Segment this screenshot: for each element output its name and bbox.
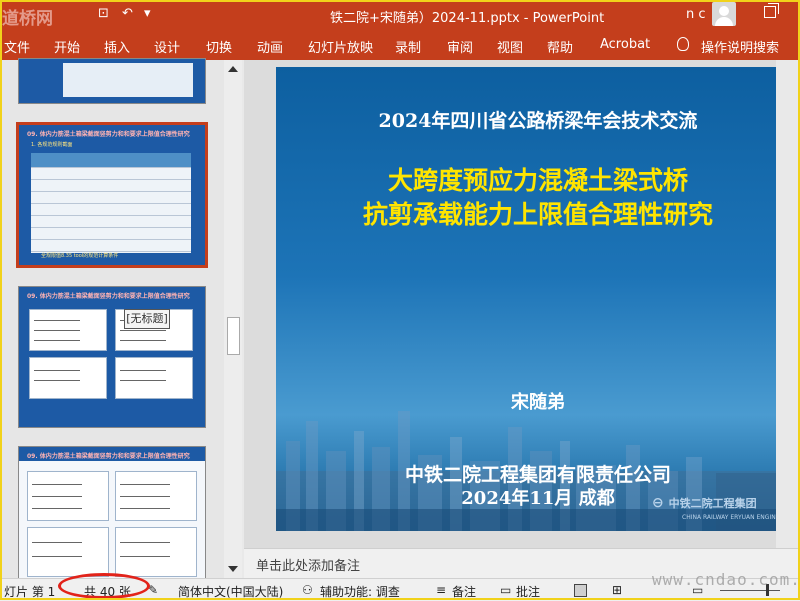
thumbnail-chart xyxy=(115,527,197,577)
thumbnail-chart xyxy=(27,471,109,521)
thumbnail-chart xyxy=(29,357,107,399)
tab-file[interactable]: 文件 xyxy=(4,37,30,56)
thumbnail-heading: 09. 体内力筋混土箱梁截面竖剪力和和要求上限值合理性研究 xyxy=(27,453,190,460)
slide-thumbnail[interactable] xyxy=(18,58,206,104)
comments-icon[interactable]: ▭ xyxy=(500,583,511,597)
accessibility-icon[interactable]: ⚇ xyxy=(302,583,313,597)
zoom-slider[interactable] xyxy=(720,590,780,591)
normal-view-icon[interactable] xyxy=(574,584,587,597)
watermark-logo: 道桥网 xyxy=(2,9,53,29)
customize-icon[interactable]: ▾ xyxy=(144,6,151,21)
scrollbar-thumb[interactable] xyxy=(227,317,240,355)
tell-me-search[interactable]: 操作说明搜索 xyxy=(701,37,779,56)
notes-button[interactable]: 备注 xyxy=(452,583,476,600)
thumbnail-scrollbar[interactable] xyxy=(224,60,242,578)
thumbnail-chart xyxy=(27,527,109,577)
scroll-down-icon[interactable] xyxy=(228,566,238,572)
window-title: 铁二院+宋随弟）2024-11.pptx - PowerPoint xyxy=(330,11,605,26)
slide-thumbnail-panel[interactable]: 09. 体内力筋混土箱梁截面竖剪力和和要求上限值合理性研究 1. 各规范规则截面… xyxy=(0,58,224,582)
comments-button[interactable]: 批注 xyxy=(516,583,540,600)
tab-home[interactable]: 开始 xyxy=(54,37,80,56)
author-name[interactable]: 宋随弟 xyxy=(276,388,800,414)
slide-thumbnail[interactable]: 09. 体内力筋混土箱梁截面竖剪力和和要求上限值合理性研究 xyxy=(18,286,206,428)
slide-position: 灯片 第 1 xyxy=(4,585,56,599)
slide-thumbnail[interactable]: 09. 体内力筋混土箱梁截面竖剪力和和要求上限值合理性研究 1. 各规范规则截面… xyxy=(16,122,208,268)
slide-thumbnail[interactable]: 09. 体内力筋混土箱梁截面竖剪力和和要求上限值合理性研究 xyxy=(18,446,206,582)
tab-insert[interactable]: 插入 xyxy=(104,37,130,56)
current-slide[interactable]: 2024年四川省公路桥梁年会技术交流 大跨度预应力混凝土梁式桥 抗剪承载能力上限… xyxy=(276,67,800,531)
thumbnail-subheading: 1. 各规范规则截面 xyxy=(31,142,73,148)
company-logo: ⊖ 中铁二院工程集团 xyxy=(652,495,757,511)
title-bar: ⊡ ↶ ▾ 铁二院+宋随弟）2024-11.pptx - PowerPoint … xyxy=(0,0,800,30)
ribbon-tabs: 文件 开始 插入 设计 切换 动画 幻灯片放映 录制 审阅 视图 帮助 Acro… xyxy=(0,30,800,60)
thumbnail-heading: 09. 体内力筋混土箱梁截面竖剪力和和要求上限值合理性研究 xyxy=(27,131,190,138)
notes-placeholder[interactable]: 单击此处添加备注 xyxy=(256,555,360,574)
tab-record[interactable]: 录制 xyxy=(395,37,421,56)
untitled-placeholder-tag: [无标题] xyxy=(124,309,170,329)
thumbnail-chart xyxy=(115,357,193,399)
thumbnail-table xyxy=(31,153,191,253)
user-initials[interactable]: n c xyxy=(686,7,706,22)
conference-name[interactable]: 2024年四川省公路桥梁年会技术交流 xyxy=(276,106,800,133)
accessibility-status[interactable]: 辅助功能: 调查 xyxy=(320,583,400,600)
tab-slideshow[interactable]: 幻灯片放映 xyxy=(308,37,373,56)
language-indicator[interactable]: 简体中文(中国大陆) xyxy=(178,583,283,600)
scroll-up-icon[interactable] xyxy=(228,66,238,72)
thumbnail-chart xyxy=(115,471,197,521)
thumbnail-heading: 09. 体内力筋混土箱梁截面竖剪力和和要求上限值合理性研究 xyxy=(27,293,190,300)
thumbnail-chart xyxy=(29,309,107,351)
thumbnail-note: 全规限值8.35 tool的规范计算条件 xyxy=(41,253,119,259)
autosave-icon[interactable]: ⊡ xyxy=(98,6,109,21)
tab-acrobat[interactable]: Acrobat xyxy=(600,37,650,52)
slide-title-line2[interactable]: 抗剪承载能力上限值合理性研究 xyxy=(276,195,800,231)
organization-name[interactable]: 中铁二院工程集团有限责任公司 xyxy=(276,460,800,487)
red-annotation-circle xyxy=(58,573,150,599)
tab-design[interactable]: 设计 xyxy=(154,37,180,56)
tab-help[interactable]: 帮助 xyxy=(547,37,573,56)
restore-window-icon[interactable] xyxy=(764,3,779,18)
tab-review[interactable]: 审阅 xyxy=(447,37,473,56)
avatar[interactable] xyxy=(712,2,736,26)
undo-icon[interactable]: ↶ xyxy=(122,6,133,21)
notes-icon[interactable]: ≡ xyxy=(436,583,446,597)
lightbulb-icon xyxy=(677,37,689,51)
watermark-url: www.cndao.com. xyxy=(652,570,800,589)
tab-animations[interactable]: 动画 xyxy=(257,37,283,56)
slide-scrollbar[interactable] xyxy=(776,60,800,548)
slide-sorter-icon[interactable]: ⊞ xyxy=(612,583,622,597)
tab-transitions[interactable]: 切换 xyxy=(206,37,232,56)
slide-title-line1[interactable]: 大跨度预应力混凝土梁式桥 xyxy=(276,161,800,197)
tab-view[interactable]: 视图 xyxy=(497,37,523,56)
